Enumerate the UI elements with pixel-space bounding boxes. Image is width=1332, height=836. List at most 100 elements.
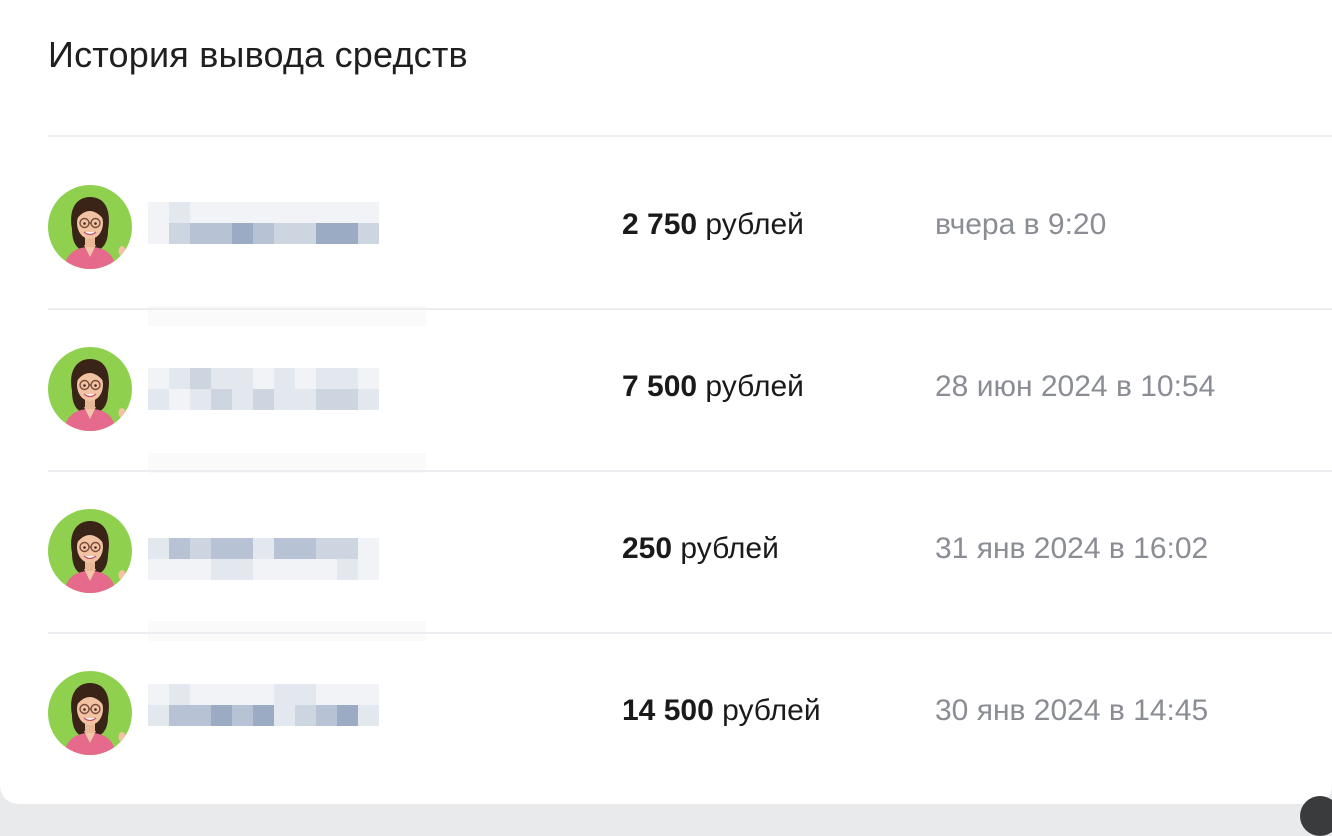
blur-pixel xyxy=(295,538,316,559)
amount-currency: рублей xyxy=(705,370,804,403)
withdrawal-amount: 14 500 рублей xyxy=(622,694,821,728)
withdrawal-row: 14 500 рублей 30 янв 2024 в 14:45 xyxy=(48,632,1332,794)
blur-pixel xyxy=(190,559,211,580)
blur-pixel xyxy=(316,389,337,410)
blur-pixel xyxy=(232,538,253,559)
user-name-blurred xyxy=(148,538,379,580)
blur-pixel xyxy=(211,538,232,559)
blur-pixel xyxy=(232,389,253,410)
blur-pixel xyxy=(169,389,190,410)
blur-pixel xyxy=(253,368,274,389)
blur-pixel xyxy=(232,368,253,389)
user-avatar[interactable] xyxy=(48,185,132,269)
amount-value: 14 500 xyxy=(622,694,714,727)
blur-pixel xyxy=(274,389,295,410)
blur-pixel xyxy=(211,684,232,705)
withdrawal-amount: 7 500 рублей xyxy=(622,370,804,404)
blur-pixel xyxy=(148,684,169,705)
blur-pixel xyxy=(211,223,232,244)
withdrawal-amount: 2 750 рублей xyxy=(622,208,804,242)
blur-pixel xyxy=(169,368,190,389)
blur-pixel xyxy=(232,202,253,223)
blur-pixel xyxy=(148,538,169,559)
blur-pixel xyxy=(295,389,316,410)
user-avatar[interactable] xyxy=(48,347,132,431)
withdrawal-row: 2 750 рублей вчера в 9:20 xyxy=(48,146,1332,326)
blur-pixel xyxy=(169,538,190,559)
blur-pixel xyxy=(316,538,337,559)
blur-pixel xyxy=(274,538,295,559)
blur-pixel xyxy=(190,223,211,244)
blur-pixel xyxy=(253,202,274,223)
blur-pixel xyxy=(211,705,232,726)
amount-currency: рублей xyxy=(680,532,779,565)
blur-pixel xyxy=(274,368,295,389)
blur-pixel xyxy=(358,368,379,389)
blur-pixel xyxy=(295,223,316,244)
blur-pixel xyxy=(148,559,169,580)
blur-pixel xyxy=(169,684,190,705)
blur-pixel xyxy=(253,559,274,580)
blur-pixel xyxy=(148,389,169,410)
blur-pixel xyxy=(253,223,274,244)
withdrawal-row: 250 рублей 31 янв 2024 в 16:02 xyxy=(48,470,1332,641)
blur-pixel xyxy=(337,223,358,244)
amount-currency: рублей xyxy=(722,694,821,727)
blur-pixel xyxy=(337,368,358,389)
blur-pixel xyxy=(232,559,253,580)
blur-pixel xyxy=(190,705,211,726)
blur-pixel xyxy=(253,389,274,410)
amount-value: 2 750 xyxy=(622,208,698,241)
blur-pixel xyxy=(148,705,169,726)
blur-pixel xyxy=(274,223,295,244)
blur-pixel xyxy=(253,705,274,726)
blur-pixel xyxy=(190,684,211,705)
user-name-blurred xyxy=(148,684,379,726)
blur-pixel xyxy=(316,202,337,223)
user-name-blurred xyxy=(148,202,379,244)
blur-pixel xyxy=(337,202,358,223)
blur-pixel xyxy=(316,559,337,580)
blur-pixel xyxy=(337,684,358,705)
blur-pixel xyxy=(274,202,295,223)
blur-pixel xyxy=(253,684,274,705)
amount-currency: рублей xyxy=(705,208,804,241)
user-name-blurred xyxy=(148,368,379,410)
blur-pixel xyxy=(148,202,169,223)
blur-pixel xyxy=(190,538,211,559)
blur-pixel xyxy=(358,538,379,559)
user-avatar[interactable] xyxy=(48,671,132,755)
blur-pixel xyxy=(358,223,379,244)
blur-pixel xyxy=(148,368,169,389)
blur-pixel xyxy=(274,705,295,726)
blur-pixel xyxy=(274,684,295,705)
blur-pixel xyxy=(169,202,190,223)
divider xyxy=(48,135,1332,137)
blur-pixel xyxy=(169,705,190,726)
blur-pixel xyxy=(337,538,358,559)
blur-pixel xyxy=(358,705,379,726)
withdrawal-row: 7 500 рублей 28 июн 2024 в 10:54 xyxy=(48,308,1332,473)
blur-pixel xyxy=(211,202,232,223)
blur-pixel xyxy=(316,705,337,726)
blur-pixel xyxy=(169,559,190,580)
withdrawal-amount: 250 рублей xyxy=(622,532,779,566)
blur-pixel xyxy=(337,705,358,726)
blur-pixel xyxy=(211,368,232,389)
withdrawal-date: 28 июн 2024 в 10:54 xyxy=(935,370,1216,403)
blur-pixel xyxy=(358,559,379,580)
blur-pixel xyxy=(295,202,316,223)
user-avatar[interactable] xyxy=(48,509,132,593)
withdrawal-history-panel: История вывода средств 2 750 рублей вчер… xyxy=(0,0,1332,804)
blur-pixel xyxy=(190,389,211,410)
blur-pixel xyxy=(253,538,274,559)
amount-value: 250 xyxy=(622,532,673,565)
blur-pixel xyxy=(295,705,316,726)
blur-pixel xyxy=(190,368,211,389)
blur-pixel xyxy=(358,389,379,410)
blur-pixel xyxy=(295,559,316,580)
floating-help-button[interactable] xyxy=(1300,796,1332,836)
blur-pixel xyxy=(337,559,358,580)
blur-pixel xyxy=(337,389,358,410)
panel-title: История вывода средств xyxy=(48,34,468,75)
